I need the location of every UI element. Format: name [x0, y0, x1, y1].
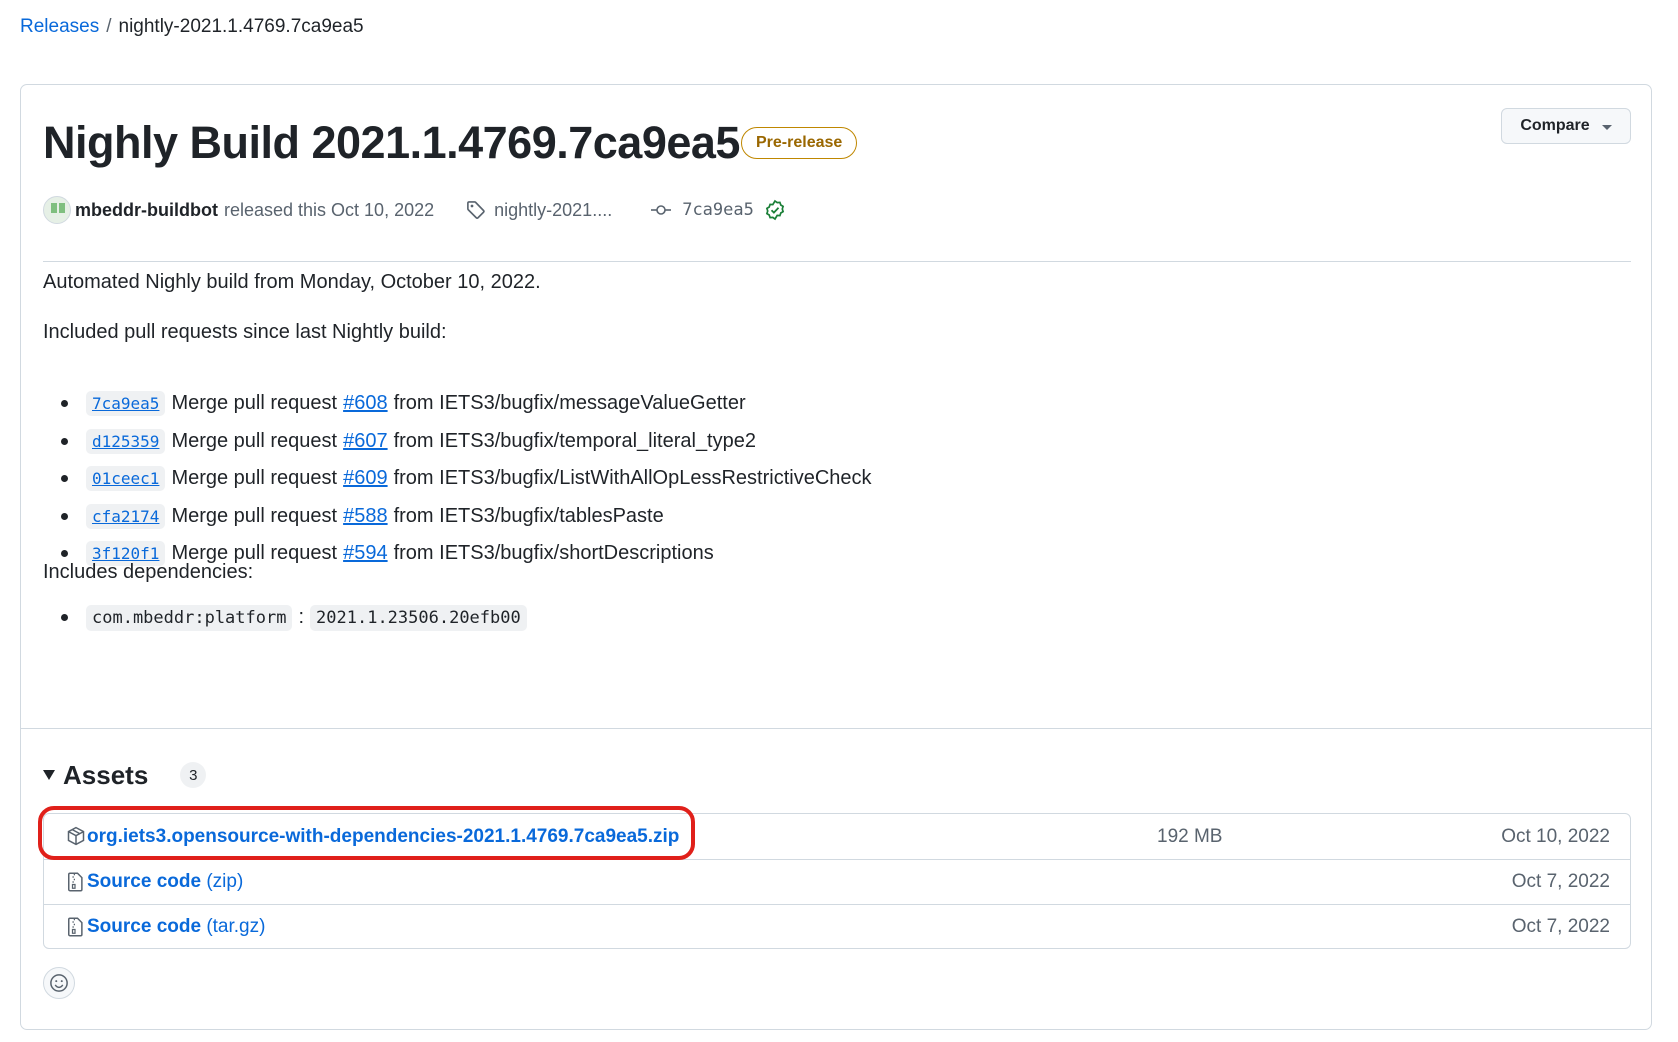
- asset-date: Oct 10, 2022: [1501, 825, 1610, 847]
- asset-date: Oct 7, 2022: [1511, 871, 1610, 892]
- pr-number-link[interactable]: #607: [343, 430, 388, 453]
- assets-toggle[interactable]: Assets 3: [43, 757, 207, 793]
- pr-number-link[interactable]: #608: [343, 392, 388, 415]
- smiley-icon: [49, 973, 69, 993]
- dependency-name: com.mbeddr:platform: [86, 604, 293, 631]
- asset-suffix: (zip): [206, 871, 244, 892]
- pr-from: from IETS3/bugfix/temporal_literal_type2: [393, 429, 756, 452]
- dependency-list: com.mbeddr:platform : 2021.1.23506.20efb…: [61, 599, 527, 637]
- deps-heading: Includes dependencies:: [43, 561, 254, 583]
- pr-from: from IETS3/bugfix/tablesPaste: [393, 504, 664, 527]
- pr-number-link[interactable]: #588: [343, 505, 388, 528]
- package-icon: [66, 826, 86, 846]
- asset-download-link[interactable]: org.iets3.opensource-with-dependencies-2…: [87, 826, 679, 848]
- released-text: released this Oct 10, 2022: [223, 199, 435, 220]
- dependency-version: 2021.1.23506.20efb00: [310, 604, 527, 631]
- asset-name: org.iets3.opensource-with-dependencies-2…: [87, 825, 680, 847]
- pr-prefix: Merge pull request: [171, 392, 338, 415]
- pr-from: from IETS3/bugfix/shortDescriptions: [393, 542, 714, 565]
- pull-request-list: 7ca9ea5 Merge pull request #608 from IET…: [61, 385, 872, 573]
- bullet: [61, 475, 68, 483]
- triangle-down-icon: [43, 770, 55, 780]
- list-item: 7ca9ea5 Merge pull request #608 from IET…: [61, 385, 872, 423]
- asset-row: Source code (tar.gz) Oct 7, 2022: [44, 904, 1630, 949]
- pr-prefix: Merge pull request: [171, 504, 338, 527]
- bullet: [61, 614, 68, 622]
- file-zip-icon: [66, 917, 84, 937]
- list-item: com.mbeddr:platform : 2021.1.23506.20efb…: [61, 599, 527, 637]
- release-intro: Automated Nighly build from Monday, Octo…: [43, 271, 541, 293]
- dependency-separator: :: [298, 606, 305, 629]
- asset-size: 192 MB: [1157, 825, 1223, 847]
- pr-prefix: Merge pull request: [171, 467, 338, 490]
- commit-sha-link[interactable]: d125359: [86, 428, 166, 454]
- bullet: [61, 400, 68, 408]
- asset-date: Oct 7, 2022: [1511, 916, 1610, 937]
- prs-heading: Included pull requests since last Nightl…: [43, 321, 447, 343]
- author-link[interactable]: mbeddr-buildbot: [75, 200, 218, 221]
- assets-label: Assets: [63, 759, 149, 790]
- pr-from: from IETS3/bugfix/ListWithAllOpLessRestr…: [393, 467, 872, 490]
- bullet: [61, 550, 68, 558]
- assets-list: org.iets3.opensource-with-dependencies-2…: [43, 813, 1631, 949]
- assets-count-badge: 3: [180, 762, 207, 788]
- breadcrumb: Releases / nightly-2021.1.4769.7ca9ea5: [20, 16, 364, 38]
- release-title: Nighly Build 2021.1.4769.7ca9ea5: [43, 117, 740, 168]
- tag-link[interactable]: nightly-2021....: [494, 200, 612, 221]
- list-item: d125359 Merge pull request #607 from IET…: [61, 423, 872, 461]
- asset-name: Source code: [87, 916, 202, 937]
- commit-link[interactable]: 7ca9ea5: [682, 200, 754, 220]
- asset-name: Source code: [87, 871, 202, 892]
- caret-down-icon: [1601, 125, 1612, 130]
- asset-row: Source code (zip) Oct 7, 2022: [44, 859, 1630, 904]
- breadcrumb-releases-link[interactable]: Releases: [20, 16, 99, 38]
- breadcrumb-separator: /: [106, 16, 112, 37]
- compare-button[interactable]: Compare: [1501, 108, 1631, 144]
- list-item: 01ceec1 Merge pull request #609 from IET…: [61, 460, 872, 498]
- file-zip-icon: [66, 872, 84, 892]
- pr-number-link[interactable]: #609: [343, 467, 388, 490]
- breadcrumb-current: nightly-2021.1.4769.7ca9ea5: [118, 16, 364, 37]
- asset-suffix: (tar.gz): [206, 916, 266, 937]
- bullet: [61, 437, 68, 445]
- pr-number-link[interactable]: #594: [343, 542, 388, 565]
- avatar[interactable]: [43, 196, 71, 224]
- source-zip-link[interactable]: Source code (zip): [87, 871, 243, 893]
- commit-sha-link[interactable]: cfa2174: [86, 503, 166, 529]
- release-card: Nighly Build 2021.1.4769.7ca9ea5 Pre-rel…: [20, 84, 1652, 1030]
- source-targz-link[interactable]: Source code (tar.gz): [87, 916, 265, 938]
- commit-sha-link[interactable]: 01ceec1: [86, 466, 166, 492]
- compare-label: Compare: [1520, 117, 1590, 134]
- tag-icon: [466, 200, 486, 220]
- pr-prefix: Merge pull request: [171, 429, 338, 452]
- commit-sha-link[interactable]: 7ca9ea5: [86, 391, 166, 417]
- pr-from: from IETS3/bugfix/messageValueGetter: [393, 392, 746, 415]
- git-commit-icon: [650, 202, 672, 218]
- header-divider: [43, 261, 1631, 262]
- list-item: cfa2174 Merge pull request #588 from IET…: [61, 498, 872, 536]
- verified-check-icon[interactable]: [764, 199, 786, 221]
- bullet: [61, 512, 68, 520]
- asset-row: org.iets3.opensource-with-dependencies-2…: [44, 814, 1630, 859]
- assets-divider: [21, 728, 1651, 729]
- add-reaction-button[interactable]: [43, 967, 75, 999]
- release-meta: mbeddr-buildbot released this Oct 10, 20…: [43, 195, 786, 225]
- prerelease-badge: Pre-release: [741, 127, 858, 159]
